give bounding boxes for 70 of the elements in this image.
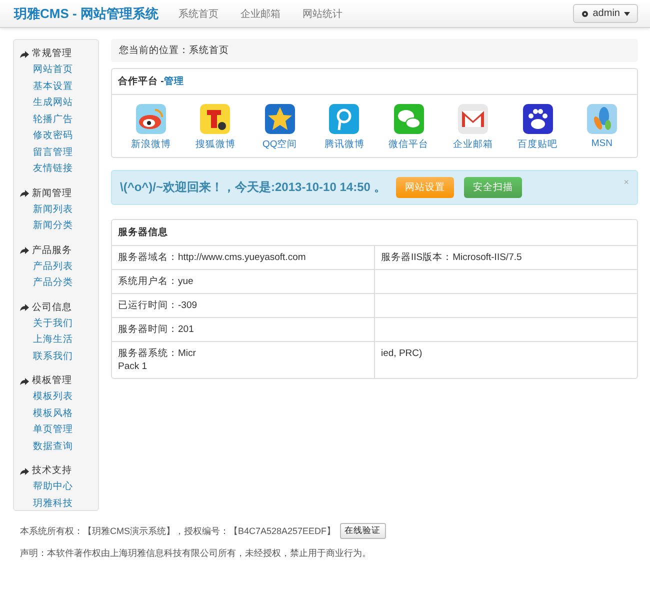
table-cell-text: 服务器系统：Micr Pack 1: [117, 347, 197, 374]
welcome-message: \(^o^)/~欢迎回来！，今天是:2013-10-10 14:50 。: [120, 179, 386, 196]
sidebar-link[interactable]: 上海生活: [20, 332, 98, 348]
action-button[interactable]: 安全扫描: [464, 177, 522, 198]
notice-text: 声明：本软件著作权由上海玥雅信息科技有限公司所有，未经授权，禁止用于商业行为。: [20, 547, 372, 560]
table-cell-text: 服务器时间：201: [117, 323, 195, 337]
sidebar-link[interactable]: 产品分类: [20, 275, 98, 292]
table-cell-text: 系统用户名：yue: [117, 275, 194, 289]
partner-link[interactable]: 微信平台: [388, 138, 429, 151]
share-arrow-icon: [20, 50, 29, 58]
sidebar-link[interactable]: 新闻列表: [20, 202, 98, 218]
sidebar-group-title: 新闻管理: [32, 186, 72, 200]
table-cell: ied, PRC): [374, 342, 637, 378]
user-menu-button[interactable]: admin: [572, 4, 638, 23]
sidebar-link[interactable]: 修改密码: [20, 128, 98, 144]
sidebar-link[interactable]: 模板风格: [20, 406, 98, 422]
table-title: 服务器信息: [112, 220, 637, 246]
partner-link[interactable]: 企业邮箱: [453, 138, 494, 151]
sidebar-link[interactable]: 玥雅科技: [20, 496, 98, 512]
sidebar-link[interactable]: 联系我们: [20, 348, 98, 365]
sidebar-link[interactable]: 产品列表: [20, 258, 98, 275]
partner-link[interactable]: 新浪微博: [131, 138, 171, 151]
eye-icon[interactable]: [135, 103, 167, 135]
caret-icon: [624, 12, 630, 16]
paw-icon[interactable]: [522, 103, 554, 135]
partner-link[interactable]: 腾讯微博: [324, 138, 364, 151]
verify-button[interactable]: 在线验证: [340, 523, 386, 539]
panel-title: 合作平台 -: [118, 75, 164, 88]
chat-icon[interactable]: [392, 103, 425, 135]
ring-icon[interactable]: [328, 103, 360, 135]
manage-link[interactable]: 管理: [164, 75, 184, 88]
app-title: 玥雅CMS - 网站管理系统: [14, 4, 158, 22]
table-cell-text: 服务器域名：http://www.cms.yueyasoft.com: [117, 251, 307, 265]
partner-link[interactable]: MSN: [591, 138, 613, 149]
sidebar-group-title: 公司信息: [32, 300, 72, 314]
sidebar-group-title: 产品服务: [32, 244, 72, 258]
sidebar-link[interactable]: 新闻分类: [20, 218, 98, 234]
share-arrow-icon: [20, 247, 29, 254]
nav-link[interactable]: 网站统计: [302, 6, 342, 20]
partner-link[interactable]: QQ空间: [262, 138, 298, 151]
breadcrumb: 您当前的位置：系统首页: [111, 39, 638, 62]
sidebar-link[interactable]: 数据查询: [20, 438, 98, 455]
badge-icon[interactable]: [199, 103, 232, 135]
partner-link[interactable]: 百度贴吧: [518, 138, 558, 151]
sidebar-link[interactable]: 基本设置: [20, 78, 98, 95]
mail-icon[interactable]: [457, 103, 490, 135]
copyright-text: 本系统所有权：【玥雅CMS演示系统】，授权编号：【B4C7A528A257EEDF】: [20, 524, 336, 538]
sidebar-link[interactable]: 生成网站: [20, 95, 98, 112]
share-arrow-icon: [20, 190, 29, 197]
table-cell-text: 已运行时间：-309: [117, 299, 198, 313]
sidebar-group-title: 模板管理: [32, 374, 72, 388]
sidebar-link[interactable]: 轮播广告: [20, 112, 98, 128]
nav-link[interactable]: 企业邮箱: [240, 6, 280, 20]
share-arrow-icon: [20, 378, 29, 384]
sidebar-link[interactable]: 网站首页: [20, 62, 98, 78]
sidebar-group-title: 常规管理: [32, 47, 72, 61]
gear-icon: [580, 10, 589, 18]
share-arrow-icon: [20, 468, 29, 474]
sidebar-link[interactable]: 帮助中心: [20, 479, 98, 496]
sidebar-link[interactable]: 单页管理: [20, 422, 98, 438]
sidebar-group-title: 技术支持: [32, 464, 72, 478]
share-arrow-icon: [20, 304, 29, 311]
table-cell: 服务器IIS版本：Microsoft-IIS/7.5: [374, 246, 637, 269]
sidebar-link[interactable]: 模板列表: [20, 389, 98, 406]
sidebar-link[interactable]: 关于我们: [20, 316, 98, 332]
butterfly-icon[interactable]: [586, 103, 618, 135]
partner-link[interactable]: 搜狐微博: [195, 138, 236, 151]
nav-link[interactable]: 系统首页: [178, 6, 218, 20]
sidebar-link[interactable]: 留言管理: [20, 144, 98, 161]
sidebar-link[interactable]: 友情链接: [20, 161, 98, 178]
